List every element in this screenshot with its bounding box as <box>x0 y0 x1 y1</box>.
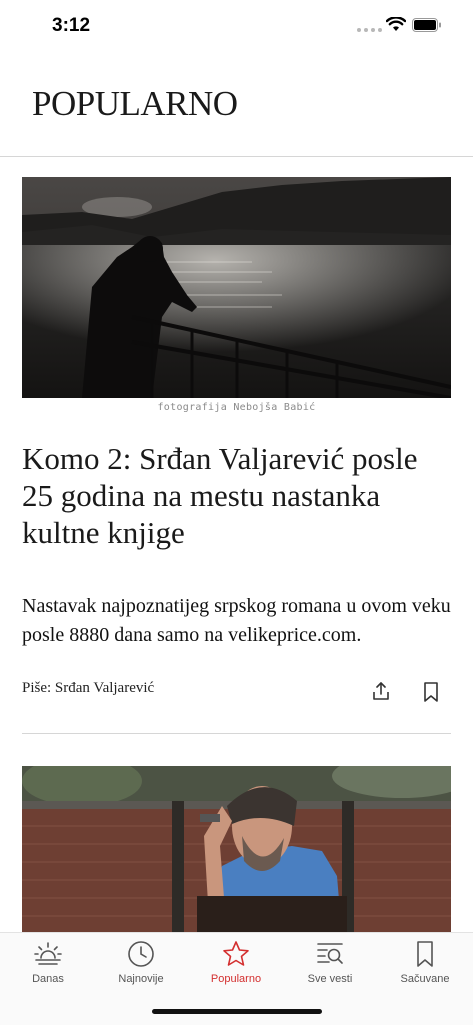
star-icon <box>223 941 249 966</box>
tab-sve-vesti[interactable]: Sve vesti <box>290 939 370 985</box>
article-divider <box>22 733 451 734</box>
tab-label: Sve vesti <box>307 973 353 985</box>
article-byline: Piše: Srđan Valjarević <box>22 680 155 696</box>
article-thumbnail-image[interactable] <box>22 766 451 936</box>
article-headline[interactable]: Komo 2: Srđan Valjarević posle 25 godina… <box>22 440 442 551</box>
header-divider <box>0 156 473 157</box>
article-lede[interactable]: Nastavak najpoznatijeg srpskog romana u … <box>22 592 452 650</box>
photo-credit: fotografija Nebojša Babić <box>157 402 316 413</box>
bookmark-icon <box>417 941 433 967</box>
tab-danas[interactable]: Danas <box>8 939 88 985</box>
share-icon[interactable] <box>370 680 392 702</box>
tab-label: Danas <box>32 973 64 985</box>
tab-label: Najnovije <box>118 973 164 985</box>
sunrise-icon <box>34 942 62 965</box>
wifi-icon <box>386 17 406 31</box>
list-search-icon <box>317 943 343 964</box>
tab-sacuvane[interactable]: Sačuvane <box>385 939 465 985</box>
bookmark-icon[interactable] <box>421 681 441 703</box>
home-indicator <box>152 1009 322 1014</box>
tab-label: Popularno <box>210 973 262 985</box>
status-bar: 3:12 <box>0 0 473 54</box>
tab-label: Sačuvane <box>400 973 450 985</box>
cellular-signal-icon <box>357 28 382 32</box>
article-hero-image[interactable] <box>22 177 451 398</box>
status-time: 3:12 <box>52 15 91 36</box>
clock-icon <box>128 941 154 967</box>
page-title: POPULARNO <box>32 84 238 123</box>
battery-icon <box>412 18 441 32</box>
tab-popularno[interactable]: Popularno <box>196 939 276 985</box>
tab-najnovije[interactable]: Najnovije <box>101 939 181 985</box>
